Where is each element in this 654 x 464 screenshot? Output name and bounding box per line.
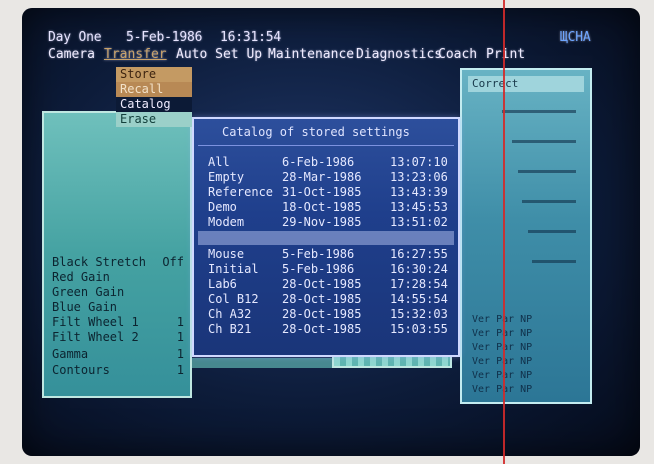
catalog-entry-date: 28-Mar-1986 (282, 170, 362, 184)
catalog-entry-name[interactable]: Ch A32 (208, 307, 251, 321)
correction-bar (502, 110, 576, 113)
catalog-entry-name[interactable]: Lab6 (208, 277, 237, 291)
correction-bar (518, 170, 576, 173)
setting-filt-wheel-1[interactable]: Filt Wheel 1 (52, 315, 139, 329)
catalog-entry-date: 31-Oct-1985 (282, 185, 362, 199)
menu-item-recall[interactable]: Recall (116, 82, 192, 97)
setting-gamma-value: 1 (176, 347, 184, 361)
catalog-entry-name[interactable]: Reference (208, 185, 273, 199)
catalog-entry-date: 29-Nov-1985 (282, 215, 362, 229)
setting-contours[interactable]: Contours (52, 363, 110, 377)
catalog-entry-time: 13:51:02 (390, 215, 448, 229)
catalog-entry-date: 28-Oct-1985 (282, 322, 362, 336)
setting-blue-gain[interactable]: Blue Gain (52, 300, 117, 314)
catalog-entry-time: 17:28:54 (390, 277, 448, 291)
catalog-entry-date: 6-Feb-1986 (282, 155, 355, 169)
catalog-entry-date: 5-Feb-1986 (282, 262, 355, 276)
catalog-entry-time: 15:32:03 (390, 307, 448, 321)
menu-diagnostics[interactable]: Diagnostics (356, 47, 442, 62)
settings-panel: Black Stretch Off Red Gain Green Gain Bl… (42, 111, 192, 398)
red-scan-line (503, 0, 505, 464)
menu-coach[interactable]: Coach (438, 47, 477, 62)
catalog-dialog: Catalog of stored settings All 6-Feb-198… (192, 117, 460, 357)
correction-panel-header: Correct (468, 76, 584, 92)
catalog-entry-time: 16:30:24 (390, 262, 448, 276)
catalog-entry-date: 28-Oct-1985 (282, 277, 362, 291)
setting-black-stretch[interactable]: Black Stretch (52, 255, 146, 269)
catalog-entry-name[interactable]: Initial (208, 262, 259, 276)
setting-green-gain[interactable]: Green Gain (52, 285, 124, 299)
panel-frame-bottom (192, 358, 332, 368)
catalog-entry-name[interactable]: All (208, 155, 230, 169)
menu-camera[interactable]: Camera (48, 47, 95, 62)
menu-maintenance[interactable]: Maintenance (268, 47, 354, 62)
setting-contours-value: 1 (176, 363, 184, 377)
status-right-label: ЩСНА (560, 30, 591, 45)
correction-bar (532, 260, 576, 263)
setting-filt-wheel-2-value: 1 (176, 330, 184, 344)
catalog-entry-name[interactable]: Empty (208, 170, 244, 184)
catalog-selection-highlight (198, 231, 454, 245)
time-label: 16:31:54 (220, 30, 282, 45)
catalog-entry-date: 18-Oct-1985 (282, 200, 362, 214)
catalog-entry-name[interactable]: Col B12 (208, 292, 259, 306)
setting-black-stretch-value: Off (162, 255, 184, 269)
catalog-entry-time: 16:27:55 (390, 247, 448, 261)
transfer-menu: Store Recall Catalog Erase (116, 67, 192, 127)
setting-red-gain[interactable]: Red Gain (52, 270, 110, 284)
date-label: 5-Feb-1986 (126, 30, 203, 45)
correction-bar (512, 140, 576, 143)
menu-transfer[interactable]: Transfer (104, 47, 167, 62)
catalog-entry-name[interactable]: Ch B21 (208, 322, 251, 336)
menu-item-catalog[interactable]: Catalog (116, 97, 192, 112)
menu-print[interactable]: Print (486, 47, 525, 62)
catalog-entry-name[interactable]: Mouse (208, 247, 244, 261)
catalog-entry-name[interactable]: Modem (208, 215, 244, 229)
catalog-title: Catalog of stored settings (222, 125, 410, 139)
correction-bar (528, 230, 576, 233)
catalog-entry-time: 13:45:53 (390, 200, 448, 214)
setting-filt-wheel-2[interactable]: Filt Wheel 2 (52, 330, 139, 344)
catalog-entry-time: 15:03:55 (390, 322, 448, 336)
correction-panel: Correct Ver Par NP Ver Par NP Ver Par NP… (460, 68, 592, 404)
catalog-entry-name[interactable]: Demo (208, 200, 237, 214)
correction-bar (522, 200, 576, 203)
setting-filt-wheel-1-value: 1 (176, 315, 184, 329)
catalog-entry-time: 14:55:54 (390, 292, 448, 306)
menu-item-erase[interactable]: Erase (116, 112, 192, 127)
menu-item-store[interactable]: Store (116, 67, 192, 82)
day-label: Day One (48, 30, 102, 45)
menu-auto-set-up[interactable]: Auto Set Up (176, 47, 262, 62)
catalog-entry-date: 28-Oct-1985 (282, 292, 362, 306)
catalog-entry-time: 13:23:06 (390, 170, 448, 184)
catalog-entry-date: 28-Oct-1985 (282, 307, 362, 321)
catalog-entry-time: 13:43:39 (390, 185, 448, 199)
catalog-entry-time: 13:07:10 (390, 155, 448, 169)
catalog-entry-date: 5-Feb-1986 (282, 247, 355, 261)
crt-screen: Day One 5-Feb-1986 16:31:54 ЩСНА Camera … (22, 8, 640, 456)
catalog-divider (198, 145, 454, 146)
setting-gamma[interactable]: Gamma (52, 347, 88, 361)
